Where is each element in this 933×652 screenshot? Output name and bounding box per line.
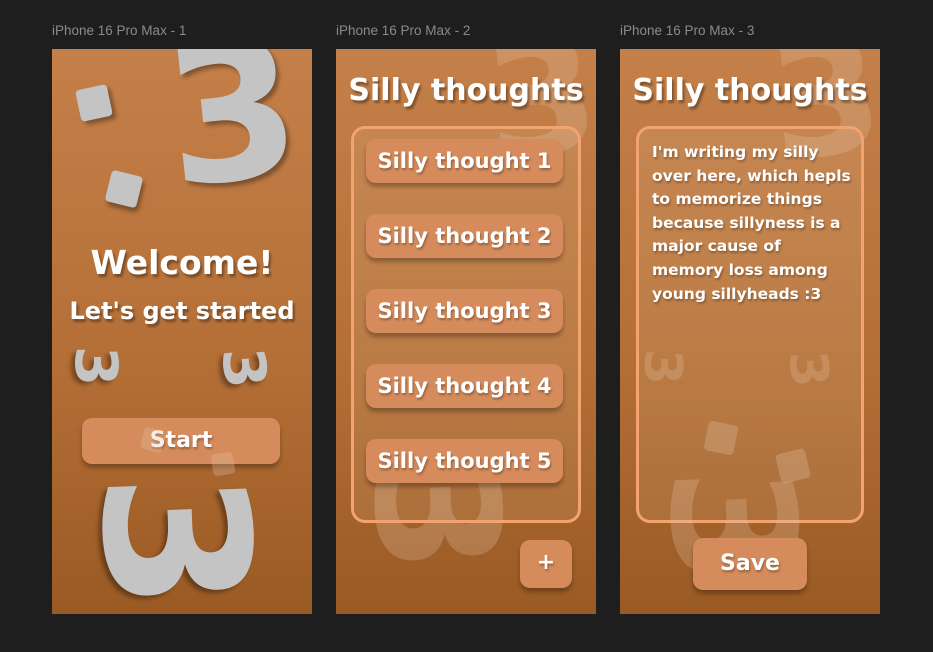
- small-face-icon: 3: [208, 344, 280, 392]
- thought-list-item[interactable]: Silly thought 2: [366, 214, 563, 258]
- list-title: Silly thoughts: [348, 73, 584, 108]
- frame-label-2: iPhone 16 Pro Max - 2: [336, 23, 471, 38]
- face-eye-dot: [75, 84, 113, 122]
- face-mouth-icon: 3: [154, 49, 310, 231]
- frame-label-3: iPhone 16 Pro Max - 3: [620, 23, 755, 38]
- welcome-subheading: Let's get started: [69, 297, 295, 325]
- editor-title: Silly thoughts: [632, 73, 868, 108]
- small-face-icon: 3: [62, 345, 131, 387]
- thought-list-item[interactable]: Silly thought 4: [366, 364, 563, 408]
- note-text: I'm writing my silly over here, which he…: [652, 143, 851, 303]
- thought-list-item[interactable]: Silly thought 5: [366, 439, 563, 483]
- thought-list-item[interactable]: Silly thought 1: [366, 139, 563, 183]
- overlay-dot: [703, 420, 739, 456]
- welcome-heading: Welcome!: [90, 243, 274, 282]
- add-thought-button[interactable]: +: [520, 540, 572, 588]
- list-screen: 3 3 Silly thoughts Silly thought 1 Silly…: [336, 49, 596, 614]
- frame-label-1: iPhone 16 Pro Max - 1: [52, 23, 187, 38]
- thought-list-item[interactable]: Silly thought 3: [366, 289, 563, 333]
- save-button[interactable]: Save: [693, 538, 807, 590]
- bottom-face-icon: 3: [55, 467, 293, 614]
- welcome-screen: 3 Welcome! Let's get started 3 3 Start 3: [52, 49, 312, 614]
- small-face-icon: 3: [632, 348, 693, 386]
- small-face-icon: 3: [776, 348, 840, 390]
- editor-screen: 3 Silly thoughts 3 3 3 I'm writing my si…: [620, 49, 880, 614]
- face-eye-dot: [104, 169, 144, 209]
- start-button[interactable]: Start: [82, 418, 280, 464]
